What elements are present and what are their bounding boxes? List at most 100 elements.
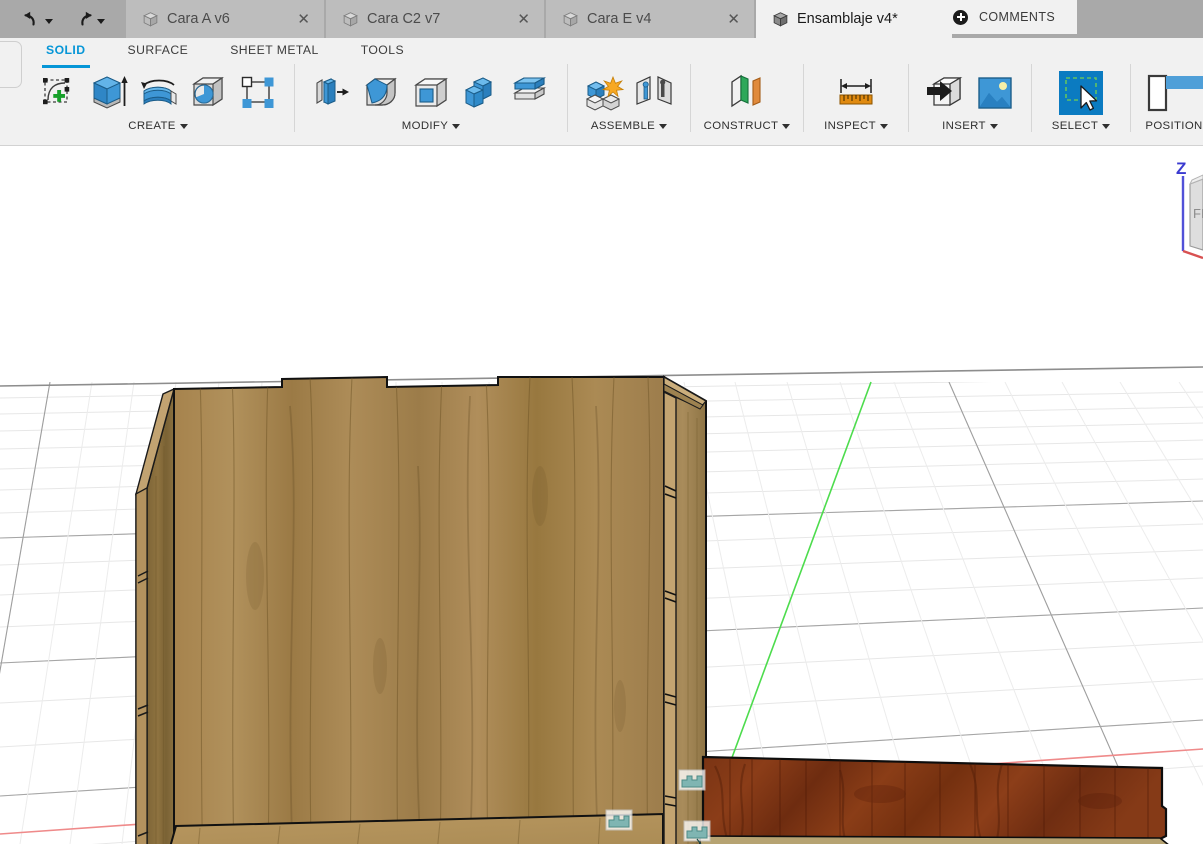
panel-edge-strip: [699, 835, 1169, 844]
group-label-text: ASSEMBLE: [590, 120, 656, 132]
plus-circle-icon: [953, 9, 968, 25]
document-tab-ensamblaje[interactable]: Ensamblaje v4*: [756, 0, 952, 38]
ribbon-group-insert-label[interactable]: INSERT: [942, 120, 998, 132]
hole-icon: [192, 76, 224, 107]
combine-tool[interactable]: [457, 68, 505, 118]
ribbon-tab-label: SURFACE: [127, 43, 189, 57]
group-divider: [803, 64, 804, 132]
document-tab-label: Ensamblaje v4*: [797, 11, 898, 27]
press-pull-tool[interactable]: [307, 68, 355, 118]
comments-label: COMMENTS: [979, 10, 1056, 24]
document-tab-close-icon[interactable]: ✕: [711, 12, 740, 27]
undo-arrow-icon: [24, 11, 35, 26]
comments-tab[interactable]: COMMENTS: [940, 0, 1078, 34]
joint-marker[interactable]: [678, 769, 706, 791]
ribbon-group-insert: INSERT: [915, 62, 1025, 144]
ribbon-group-inspect-label[interactable]: INSPECT: [824, 120, 888, 132]
chevron-down-icon[interactable]: [659, 123, 668, 129]
ribbon-group-create-label[interactable]: CREATE: [128, 120, 188, 132]
joint-marker[interactable]: [605, 809, 633, 831]
measure-icon: [839, 79, 873, 105]
ribbon-group-assemble-icons: [574, 62, 684, 118]
insert-derive-tool[interactable]: [921, 68, 969, 118]
document-tab-cara-c2[interactable]: Cara C2 v7 ✕: [326, 0, 544, 38]
select-icon: [1059, 71, 1103, 115]
undo-button[interactable]: [18, 7, 56, 31]
group-label-text: MODIFY: [401, 120, 449, 132]
ribbon-group-select-label[interactable]: SELECT: [1051, 120, 1111, 132]
redo-dropdown-caret-icon[interactable]: [97, 18, 105, 24]
ribbon-group-position-label[interactable]: POSITION: [1145, 120, 1202, 132]
ribbon-tab-surface[interactable]: SURFACE: [128, 38, 189, 63]
chevron-down-icon[interactable]: [782, 123, 791, 129]
viewcube-z-label: Z: [1176, 159, 1186, 178]
redo-button[interactable]: [70, 7, 108, 31]
create-sketch-tool[interactable]: [34, 68, 82, 118]
combine-icon: [464, 77, 493, 108]
document-tab-label: Cara C2 v7: [367, 11, 441, 27]
ribbon-tab-solid[interactable]: SOLID: [42, 38, 89, 68]
document-tab-cara-a[interactable]: Cara A v6 ✕: [126, 0, 324, 38]
shell-tool[interactable]: [407, 68, 455, 118]
ribbon-tab-sheet-metal[interactable]: SHEET METAL: [230, 38, 318, 63]
hole-tool[interactable]: [184, 68, 232, 118]
measure-tool[interactable]: [832, 68, 880, 118]
insert-derive-icon: [927, 76, 963, 107]
document-tab-close-icon[interactable]: ✕: [501, 12, 530, 27]
ribbon-groups: CREATE MODIFY ASSEMBLE CONSTRUCT INSPECT…: [28, 62, 1203, 144]
group-divider: [1031, 64, 1032, 132]
group-divider: [690, 64, 691, 132]
offset-plane-tool[interactable]: [723, 68, 771, 118]
pattern-tool[interactable]: [234, 68, 282, 118]
redo-arrow-icon: [81, 11, 92, 26]
group-label-text: CONSTRUCT: [703, 120, 779, 132]
document-tabs: Cara A v6 ✕ Cara C2 v7 ✕ Cara E v4 ✕ Ens…: [126, 0, 954, 38]
chevron-down-icon[interactable]: [1102, 123, 1111, 129]
ribbon: SOLID SURFACE SHEET METAL TOOLS CREATE M…: [0, 38, 1203, 146]
ribbon-tab-label: SHEET METAL: [230, 43, 319, 57]
ribbon-group-construct-label[interactable]: CONSTRUCT: [704, 120, 791, 132]
document-tab-bar: Cara A v6 ✕ Cara C2 v7 ✕ Cara E v4 ✕ Ens…: [0, 0, 1203, 38]
chevron-down-icon[interactable]: [179, 123, 188, 129]
joint-marker[interactable]: [683, 820, 711, 844]
position-tool[interactable]: [1143, 68, 1203, 118]
back-panel[interactable]: [173, 375, 665, 844]
group-divider: [567, 64, 568, 132]
data-panel-toggle[interactable]: [0, 41, 22, 88]
chevron-down-icon[interactable]: [879, 123, 888, 129]
ribbon-group-select: SELECT: [1038, 62, 1124, 144]
viewport-canvas[interactable]: Z FR: [0, 146, 1203, 844]
extrude-tool[interactable]: [84, 68, 132, 118]
group-label-text: POSITION: [1145, 120, 1203, 132]
revolve-tool[interactable]: [134, 68, 182, 118]
viewcube-front-label: FR: [1193, 206, 1203, 221]
ribbon-group-assemble: ASSEMBLE: [574, 62, 684, 144]
document-tab-close-icon[interactable]: ✕: [281, 12, 310, 27]
ribbon-group-position: POSITION: [1137, 62, 1203, 144]
new-component-tool[interactable]: [580, 68, 628, 118]
insert-canvas-tool[interactable]: [971, 68, 1019, 118]
chevron-down-icon[interactable]: [989, 123, 998, 129]
insert-canvas-icon: [978, 77, 1012, 109]
group-label-text: SELECT: [1051, 120, 1099, 132]
ribbon-group-modify-label[interactable]: MODIFY: [401, 120, 461, 132]
new-component-icon: [585, 75, 625, 111]
ribbon-tab-label: SOLID: [46, 43, 86, 57]
ribbon-group-modify: MODIFY: [301, 62, 561, 144]
select-tool[interactable]: [1057, 68, 1105, 118]
pattern-icon: [241, 76, 274, 108]
viewport-scene: Z FR: [0, 146, 1203, 844]
joint-icon: [636, 76, 672, 105]
ribbon-tab-tools[interactable]: TOOLS: [361, 38, 404, 63]
undo-dropdown-caret-icon[interactable]: [45, 18, 53, 24]
ribbon-group-assemble-label[interactable]: ASSEMBLE: [590, 120, 668, 132]
fillet-icon: [365, 77, 397, 106]
offset-face-tool[interactable]: [507, 68, 555, 118]
cube-icon: [773, 11, 788, 27]
fillet-tool[interactable]: [357, 68, 405, 118]
ribbon-group-inspect: INSPECT: [810, 62, 902, 144]
chevron-down-icon[interactable]: [452, 123, 461, 129]
joint-tool[interactable]: [630, 68, 678, 118]
document-tab-cara-e[interactable]: Cara E v4 ✕: [546, 0, 754, 38]
document-tab-label: Cara A v6: [167, 11, 230, 27]
